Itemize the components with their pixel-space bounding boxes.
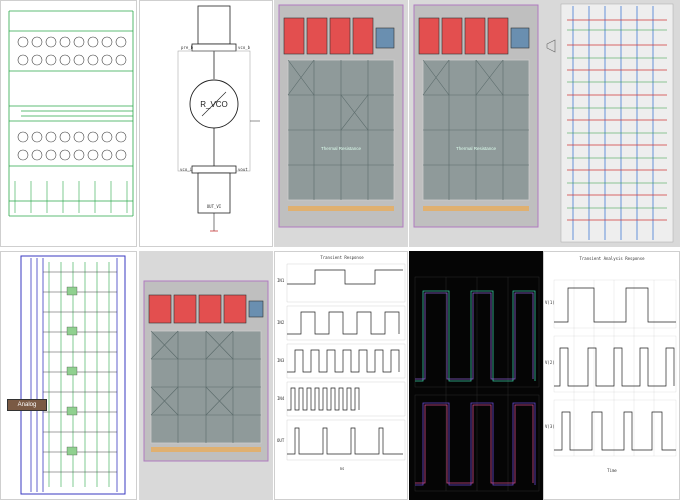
block-schematic-thumbnail[interactable]: R_VCO pre_b vco_b vco_i vout OUT_VI (139, 0, 273, 247)
chip-layout-drawing-3 (143, 280, 269, 462)
waveform-title: Transient Response (320, 255, 364, 260)
trace-label-1: IN1 (277, 278, 285, 283)
pin-bottom-right: vout (238, 167, 248, 172)
chip-layout-thumbnail-2[interactable]: Thermal Resistance (409, 0, 543, 247)
dark-waveform-thumbnail[interactable] (409, 251, 543, 500)
digital-schematic-thumbnail[interactable] (0, 0, 137, 247)
input-pad-icon (546, 39, 556, 53)
image-gallery: R_VCO pre_b vco_b vco_i vout OUT_VI Ther… (0, 0, 680, 500)
analog-label: Analog (7, 399, 47, 411)
digital-schematic-drawing (8, 10, 134, 217)
sim-trace-label-2: V(2) (545, 360, 555, 365)
simulation-waveform-thumbnail[interactable]: Transient Analysis Response V(1) V(2) V(… (543, 251, 680, 500)
routed-logic-drawing (546, 3, 674, 243)
simulation-waveform-plot: Transient Analysis Response V(1) V(2) V(… (545, 256, 677, 473)
layout-caption-1: Thermal Resistance (321, 146, 362, 151)
analog-mux-drawing (20, 255, 126, 495)
pin-bottom-left: vco_i (180, 167, 193, 172)
waveform-time-unit: ns (340, 466, 345, 471)
sim-header: Transient Analysis Response (579, 256, 645, 261)
analog-mux-schematic-thumbnail[interactable]: Analog (0, 251, 137, 500)
trace-label-3: IN3 (277, 358, 285, 363)
layout-caption-2: Thermal Resistance (456, 146, 497, 151)
block-schematic-drawing: R_VCO pre_b vco_b vco_i vout OUT_VI (177, 5, 260, 232)
chip-layout-thumbnail-3[interactable] (139, 251, 273, 500)
sim-time-unit: Time (607, 468, 617, 473)
sim-trace-label-1: V(1) (545, 300, 555, 305)
chip-layout-drawing-1: Thermal Resistance (278, 4, 404, 228)
bottom-box-label: OUT_VI (207, 204, 222, 209)
pin-top-left: pre_b (181, 45, 194, 50)
transient-waveform-plot: Transient Response IN1 IN2 IN3 IN4 OUT n… (277, 255, 406, 471)
transient-waveform-thumbnail[interactable]: Transient Response IN1 IN2 IN3 IN4 OUT n… (274, 251, 408, 500)
sim-trace-label-3: V(3) (545, 424, 555, 429)
chip-layout-thumbnail-1[interactable]: Thermal Resistance (274, 0, 408, 247)
pin-top-right: vco_b (238, 45, 251, 50)
trace-label-4: IN4 (277, 396, 285, 401)
chip-layout-drawing-2: Thermal Resistance (413, 4, 539, 228)
trace-label-5: OUT (277, 438, 285, 443)
component-label: R_VCO (200, 100, 228, 109)
trace-label-2: IN2 (277, 320, 285, 325)
routed-logic-thumbnail[interactable] (543, 0, 680, 247)
dark-waveform-plot (414, 276, 540, 492)
